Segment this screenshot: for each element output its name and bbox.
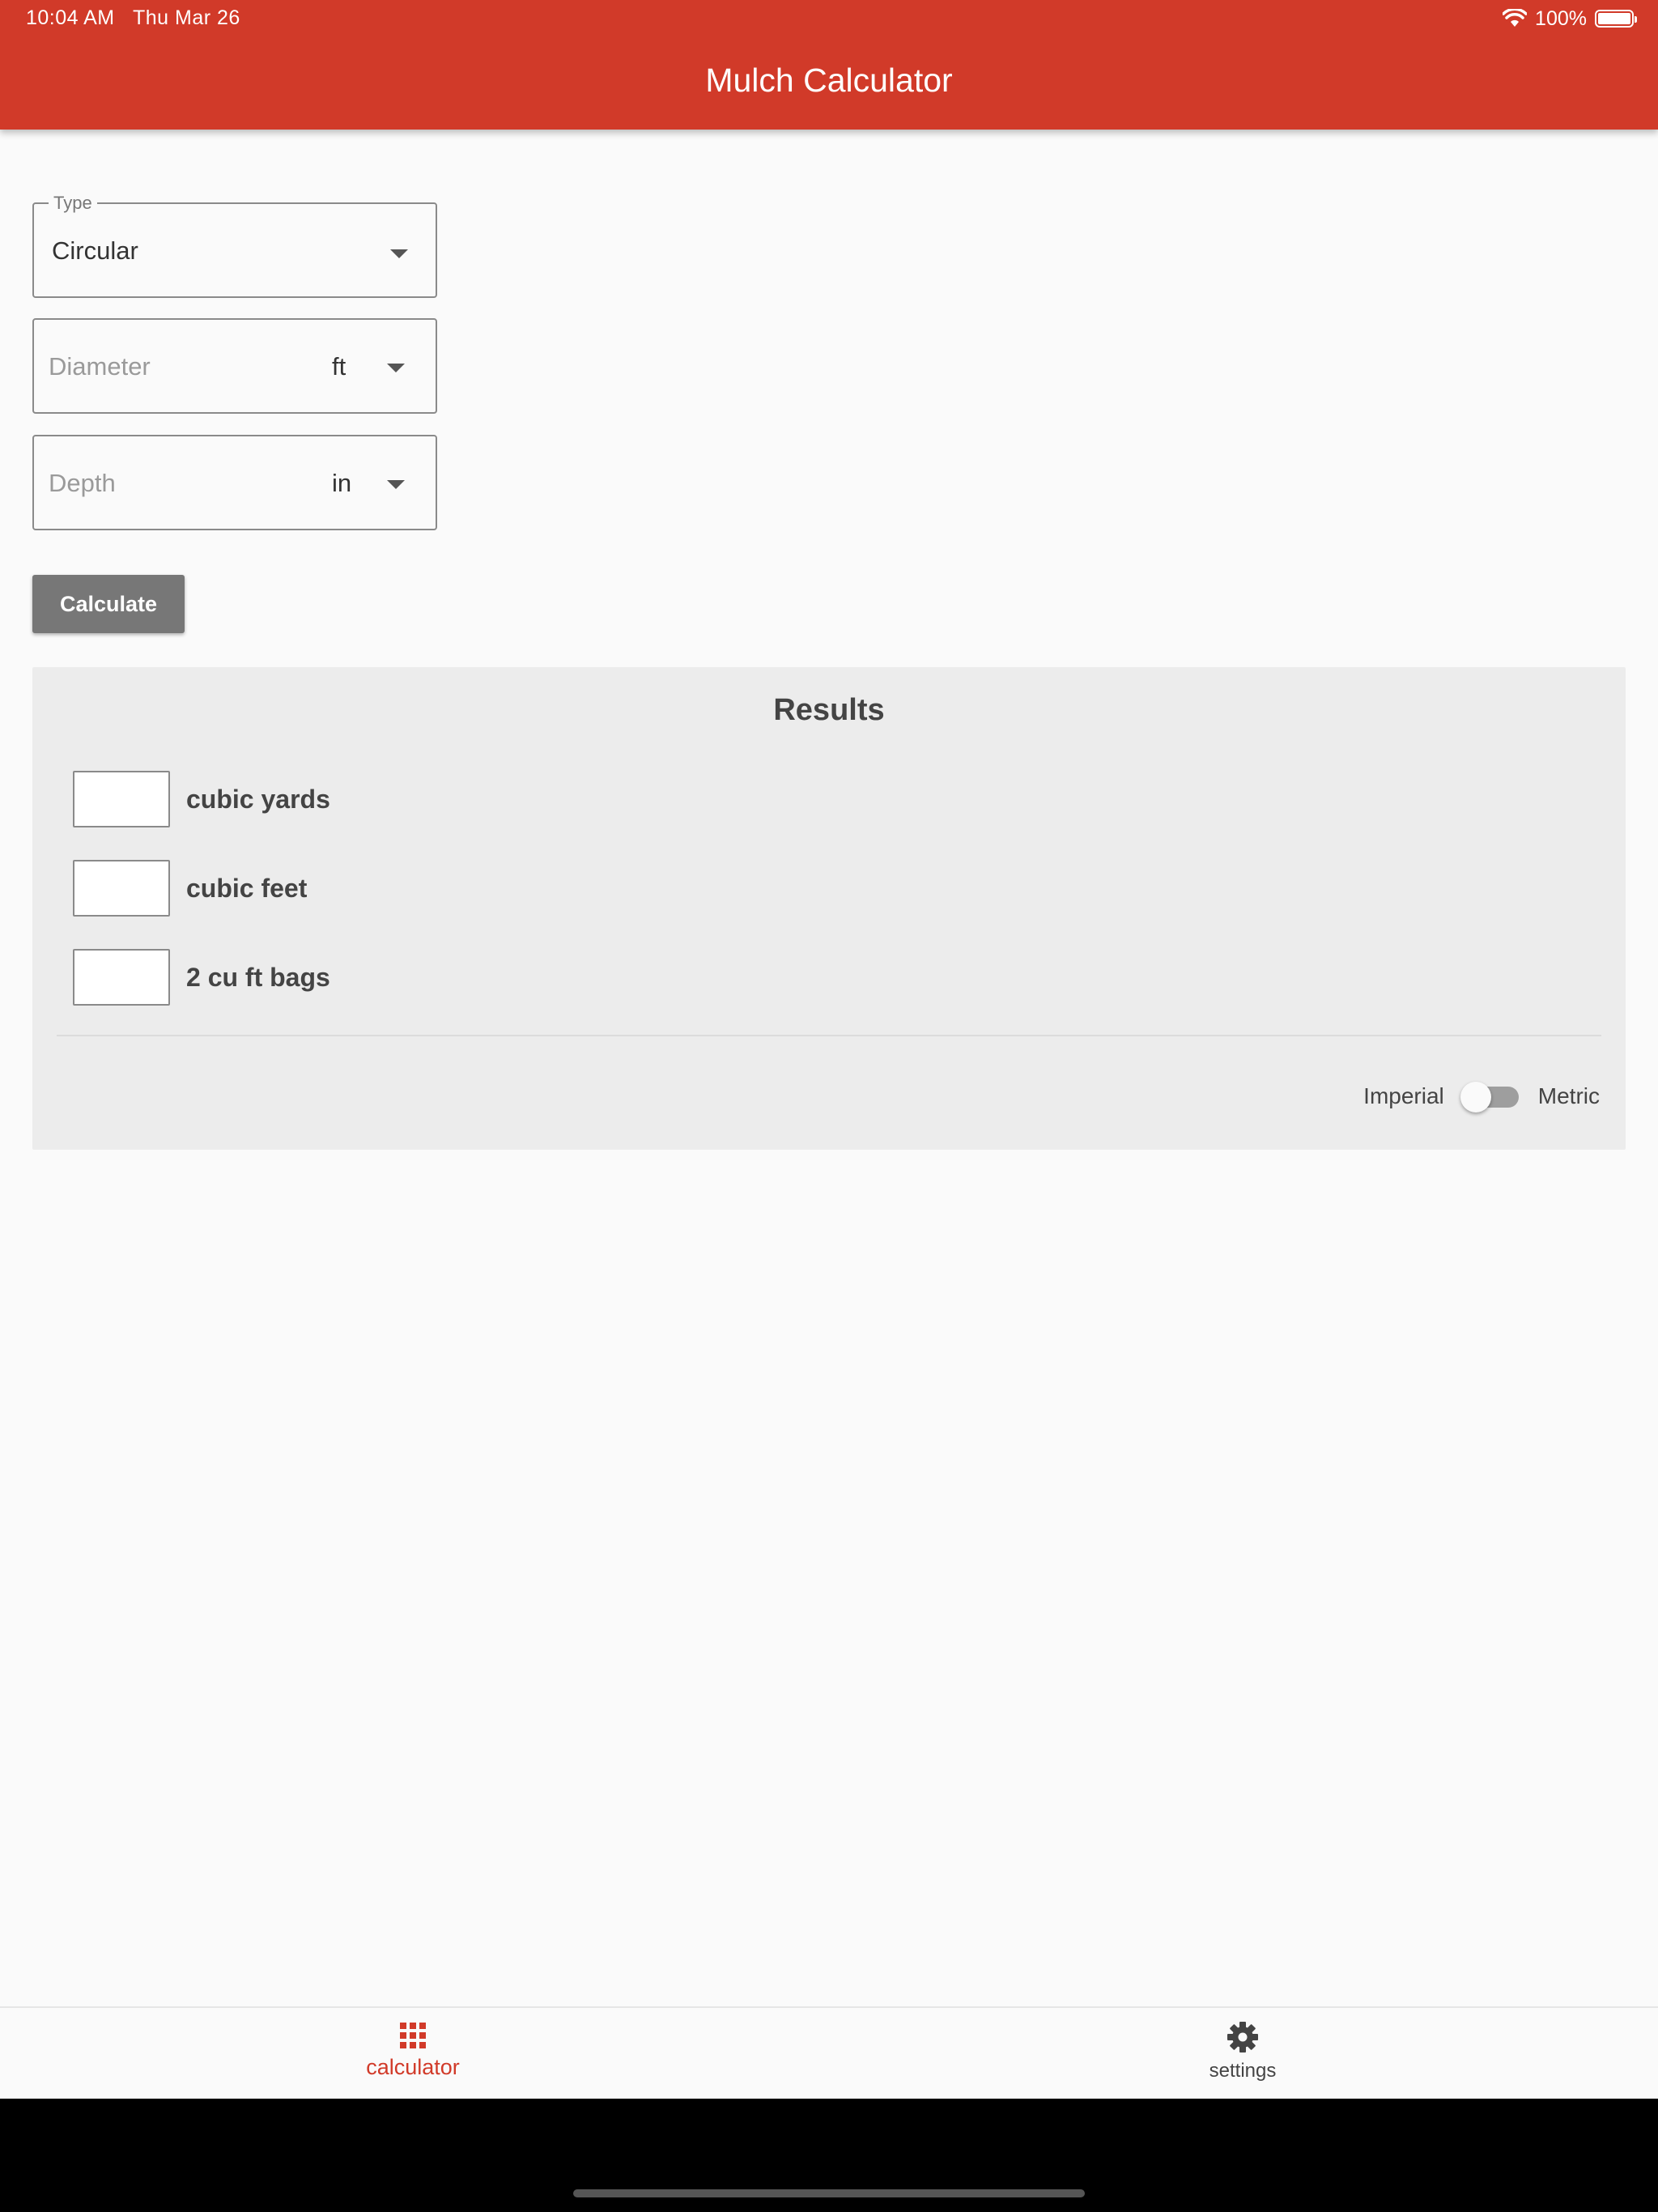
results-panel: Results cubic yards cubic feet 2 cu ft b… [32, 667, 1626, 1150]
result-value-box [73, 771, 170, 827]
home-indicator-area [0, 2099, 1658, 2212]
gear-icon [1227, 2022, 1258, 2052]
status-date: Thu Mar 26 [132, 6, 240, 29]
chevron-down-icon [387, 364, 405, 372]
tab-settings-label: settings [1209, 2060, 1277, 2082]
divider [57, 1035, 1601, 1036]
type-legend: Type [49, 193, 97, 214]
result-value-box [73, 860, 170, 917]
depth-unit: in [332, 469, 352, 497]
battery-percent: 100% [1535, 6, 1587, 30]
status-time: 10:04 AM Thu Mar 26 [26, 6, 240, 30]
calculate-button[interactable]: Calculate [32, 575, 185, 633]
results-title: Results [773, 693, 885, 727]
grid-icon [400, 2023, 426, 2048]
tab-settings[interactable]: settings [1121, 2021, 1364, 2094]
bottom-nav: calculator settings [0, 2006, 1658, 2099]
result-value-box [73, 949, 170, 1006]
diameter-placeholder: Diameter [49, 352, 151, 381]
chevron-down-icon [387, 480, 405, 489]
home-indicator[interactable] [573, 2189, 1085, 2197]
status-clock: 10:04 AM [26, 6, 115, 29]
result-row-cubic-yards: cubic yards [73, 771, 330, 827]
app-bar: 10:04 AM Thu Mar 26 100% Mulch Calculato… [0, 0, 1658, 130]
depth-field[interactable]: Depth in [32, 435, 437, 530]
unit-switch[interactable] [1460, 1072, 1522, 1121]
type-value: Circular [52, 236, 138, 265]
tab-calculator[interactable]: calculator [291, 2021, 534, 2094]
diameter-field[interactable]: Diameter ft [32, 318, 437, 414]
chevron-down-icon [390, 249, 408, 258]
battery-icon [1595, 10, 1637, 28]
page-title: Mulch Calculator [705, 62, 953, 99]
tab-calculator-label: calculator [366, 2055, 460, 2079]
imperial-label: Imperial [1363, 1083, 1444, 1108]
result-row-cubic-feet: cubic feet [73, 860, 307, 917]
diameter-unit: ft [332, 352, 346, 381]
result-label: cubic feet [186, 873, 308, 903]
result-row-bags: 2 cu ft bags [73, 949, 330, 1006]
unit-system-toggle: Imperial Metric [1363, 1072, 1600, 1121]
status-indicators: 100% [1503, 5, 1637, 32]
depth-placeholder: Depth [49, 469, 116, 497]
wifi-icon [1503, 9, 1528, 27]
type-select[interactable]: Type Circular [32, 193, 437, 298]
result-label: cubic yards [186, 784, 330, 814]
switch-thumb [1460, 1082, 1491, 1112]
metric-label: Metric [1537, 1083, 1600, 1108]
result-label: 2 cu ft bags [186, 962, 330, 992]
